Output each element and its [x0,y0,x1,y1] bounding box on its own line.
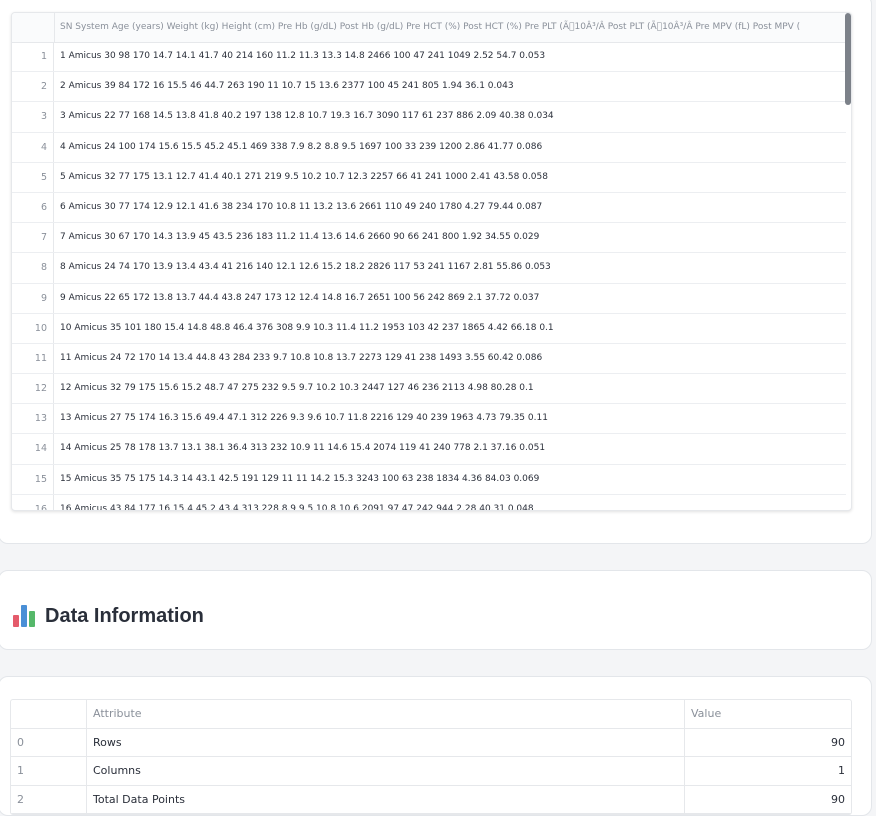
attribute-table[interactable]: Attribute Value 0 Rows 90 1 Columns 1 2 Total D… [10,699,852,815]
row-cell[interactable]: 13 Amicus 27 75 174 16.3 15.6 49.4 47.1 … [60,404,548,433]
table-row[interactable]: 14 14 Amicus 25 78 178 13.7 13.1 38.1 36.… [12,434,846,465]
table-row[interactable]: 15 15 Amicus 35 75 175 14.3 14 43.1 42.5 … [12,464,846,495]
row-cell[interactable]: 4 Amicus 24 100 174 15.6 15.5 45.2 45.1 … [60,133,542,162]
table-row[interactable]: 44 Amicus 24 100 174 15.6 15.5 45.2 45.1… [12,132,846,163]
row-index: 13 [12,404,54,434]
attribute-table-card: Attribute Value 0 Rows 90 1 Columns 1 2 Total D… [0,676,872,816]
row-cell[interactable]: 11 Amicus 24 72 170 14 13.4 44.8 43 284 … [60,344,542,373]
table-row[interactable]: 0 Rows 90 [11,728,851,757]
row-cell[interactable]: 2 Amicus 39 84 172 16 15.5 46 44.7 263 1… [60,72,514,101]
row-index: 15 [12,464,54,494]
row-cell[interactable]: 5 Amicus 32 77 175 13.1 12.7 41.4 40.1 2… [60,163,548,192]
table-row[interactable]: 55 Amicus 32 77 175 13.1 12.7 41.4 40.1 … [12,162,846,193]
table-row[interactable]: 66 Amicus 30 77 174 12.9 12.1 41.6 38 23… [12,192,846,224]
table-row[interactable]: 16 16 Amicus 43 84 177 16 15.4 45.2 43.4 … [12,494,846,510]
table-row[interactable]: 33 Amicus 22 77 168 14.5 13.8 41.8 40.2 … [12,102,846,133]
table-row[interactable]: 12 12 Amicus 32 79 175 15.6 15.2 48.7 47 … [12,374,846,405]
header-value[interactable]: Value [685,700,851,728]
table-row[interactable]: 99 Amicus 22 65 172 13.8 13.7 44.4 43.8 … [12,283,846,314]
row-cell[interactable]: 3 Amicus 22 77 168 14.5 13.8 41.8 40.2 1… [60,102,554,131]
table-row[interactable]: 1 Columns 1 [11,757,851,786]
table-row[interactable]: 13 13 Amicus 27 75 174 16.3 15.6 49.4 47.… [12,404,846,435]
data-information-card: Data Information [0,570,872,650]
row-index: 4 [12,132,54,162]
table-row[interactable]: 77 Amicus 30 67 170 14.3 13.9 45 43.5 23… [12,223,846,254]
row-index: 8 [12,253,54,283]
row-index: 1 [11,757,87,785]
row-cell[interactable]: 8 Amicus 24 74 170 13.9 13.4 43.4 41 216… [60,253,551,282]
table-row[interactable]: 88 Amicus 24 74 170 13.9 13.4 43.4 41 21… [12,253,846,284]
row-index: 2 [12,72,54,102]
row-cell[interactable]: 1 Amicus 30 98 170 14.7 14.1 41.7 40 214… [60,42,545,71]
row-index: 12 [12,374,54,404]
attribute-cell[interactable]: Rows [87,728,685,756]
row-cell[interactable]: 15 Amicus 35 75 175 14.3 14 43.1 42.5 19… [60,465,539,494]
dataframe-card: SN System Age (years) Weight (kg) Height… [0,0,872,544]
bar-chart-icon [13,605,35,627]
row-cell[interactable]: 10 Amicus 35 101 180 15.4 14.8 48.8 46.4… [60,314,554,343]
row-cell[interactable]: 6 Amicus 30 77 174 12.9 12.1 41.6 38 234… [60,193,542,222]
row-index: 6 [12,192,54,223]
row-cell[interactable]: 7 Amicus 30 67 170 14.3 13.9 45 43.5 236… [60,223,539,252]
row-index: 16 [12,494,54,510]
data-grid[interactable]: SN System Age (years) Weight (kg) Height… [11,12,852,511]
table-row[interactable]: 11 Amicus 30 98 170 14.7 14.1 41.7 40 21… [12,42,846,73]
value-cell[interactable]: 90 [685,729,851,757]
row-cell[interactable]: 16 Amicus 43 84 177 16 15.4 45.2 43.4 31… [60,495,534,510]
row-index: 9 [12,283,54,313]
table-row[interactable]: 10 10 Amicus 35 101 180 15.4 14.8 48.8 46… [12,313,846,344]
attribute-table-body: 0 Rows 90 1 Columns 1 2 Total Data Points 90 [11,728,851,814]
grid-scrollbar[interactable] [845,13,851,510]
attribute-table-header: Attribute Value [11,700,851,729]
table-row[interactable]: 11 11 Amicus 24 72 170 14 13.4 44.8 43 28… [12,343,846,375]
header-attribute[interactable]: Attribute [87,700,685,728]
attribute-cell[interactable]: Columns [87,757,685,785]
row-cell[interactable]: 14 Amicus 25 78 178 13.7 13.1 38.1 36.4 … [60,434,545,463]
row-index: 7 [12,223,54,253]
row-index: 10 [12,313,54,343]
section-header: Data Information [13,601,204,631]
grid-scrollbar-thumb[interactable] [845,13,851,105]
row-index: 14 [12,434,54,464]
table-row[interactable]: 2 Total Data Points 90 [11,785,851,814]
row-index: 5 [12,162,54,192]
section-title: Data Information [45,604,204,627]
row-index: 3 [12,102,54,132]
header-index [11,700,87,728]
row-cell[interactable]: 9 Amicus 22 65 172 13.8 13.7 44.4 43.8 2… [60,284,539,313]
table-row[interactable]: 22 Amicus 39 84 172 16 15.5 46 44.7 263 … [12,72,846,103]
value-cell[interactable]: 1 [685,757,851,785]
grid-header-text[interactable]: SN System Age (years) Weight (kg) Height… [60,13,845,42]
row-cell[interactable]: 12 Amicus 32 79 175 15.6 15.2 48.7 47 27… [60,374,534,403]
row-index: 1 [12,42,54,72]
row-index: 11 [12,343,54,374]
grid-body: 11 Amicus 30 98 170 14.7 14.1 41.7 40 21… [12,42,846,510]
row-index: 0 [11,728,87,756]
grid-index-header [12,13,55,42]
grid-header: SN System Age (years) Weight (kg) Height… [12,13,851,43]
